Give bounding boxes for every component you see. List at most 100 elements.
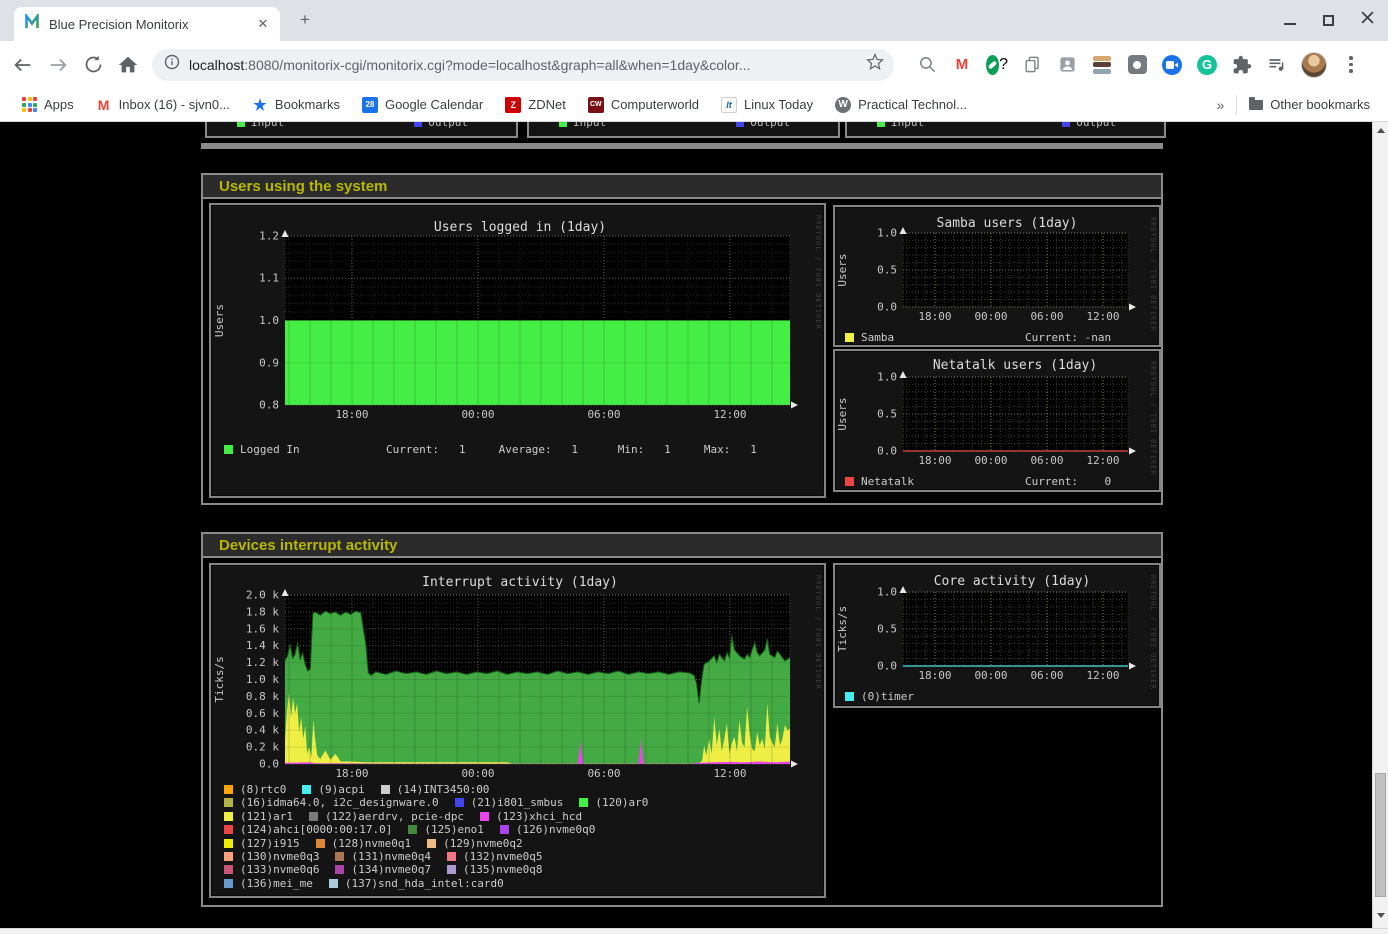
interrupt-legend-item: (126)nvme0q0 (500, 823, 595, 836)
grammarly-icon[interactable]: G (1196, 54, 1218, 76)
lamp-icon[interactable] (1126, 54, 1148, 76)
svg-text:Ticks/s: Ticks/s (213, 656, 226, 702)
svg-text:00:00: 00:00 (461, 408, 494, 421)
samba-users-graph[interactable]: Samba users (1day)1.00.50.018:0000:0006:… (833, 205, 1161, 347)
svg-text:Ticks/s: Ticks/s (836, 606, 849, 652)
scroll-up-icon[interactable] (1377, 128, 1385, 133)
chrome-menu-icon[interactable] (1340, 54, 1362, 76)
network-graph-panel[interactable]: InputOutput (527, 122, 840, 138)
svg-text:18:00: 18:00 (918, 310, 951, 323)
interrupt-legend-item: (124)ahci[0000:00:17.0] (224, 823, 392, 836)
svg-text:1.0: 1.0 (877, 371, 897, 384)
stack-icon[interactable] (1091, 54, 1113, 76)
scroll-down-icon[interactable] (1377, 913, 1385, 918)
window-minimize-button[interactable] (1284, 16, 1296, 25)
profile-avatar[interactable] (1301, 52, 1327, 78)
svg-text:00:00: 00:00 (974, 454, 1007, 467)
output-label: Output (750, 122, 790, 129)
legend-color-swatch (447, 852, 456, 861)
rrdtool-badge: RRDTOOL / TOBI OETIKER (1149, 361, 1157, 476)
home-icon[interactable] (116, 53, 140, 77)
core-activity-chart[interactable]: Core activity (1day)1.00.50.018:0000:000… (835, 565, 1159, 706)
svg-text:0.5: 0.5 (877, 264, 897, 277)
interrupt-activity-graph[interactable]: Interrupt activity (1day)2.0 k1.8 k1.6 k… (209, 563, 826, 898)
browser-toolbar: localhost:8080/monitorix-cgi/monitorix.c… (0, 41, 1388, 88)
bookmark-star-icon[interactable] (866, 53, 884, 76)
person-box-icon[interactable] (1056, 54, 1078, 76)
svg-text:00:00: 00:00 (974, 310, 1007, 323)
legend-color-swatch (329, 879, 338, 888)
svg-text:06:00: 06:00 (1030, 310, 1063, 323)
playlist-icon[interactable] (1266, 54, 1288, 76)
browser-tab[interactable]: Blue Precision Monitorix ✕ (14, 7, 280, 41)
bookmark-zdnet[interactable]: Z ZDNet (505, 97, 566, 113)
window-close-button[interactable] (1361, 11, 1374, 29)
new-tab-button[interactable]: + (296, 12, 314, 30)
legend-color-swatch (309, 812, 318, 821)
interrupt-legend-item: (135)nvme0q8 (447, 863, 542, 876)
interrupt-legend-item: (129)nvme0q2 (427, 837, 522, 850)
scrollbar-thumb[interactable] (1375, 773, 1386, 897)
meet-camera-icon[interactable] (1161, 54, 1183, 76)
vertical-scrollbar[interactable] (1372, 122, 1388, 928)
url-host: localhost (189, 57, 244, 73)
gmail-extension-icon[interactable]: M (951, 54, 973, 76)
bookmark-inbox[interactable]: M Inbox (16) - sjvn0... (96, 97, 230, 113)
interrupt-legend-item: (131)nvme0q4 (335, 850, 430, 863)
legend-label: Samba (861, 331, 894, 344)
svg-text:Interrupt activity (1day): Interrupt activity (1day) (422, 575, 618, 590)
wordpress-icon: W (835, 97, 851, 113)
bookmark-linux-today[interactable]: lt Linux Today (721, 97, 813, 113)
other-bookmarks[interactable]: Other bookmarks (1249, 97, 1370, 112)
legend-color-swatch (224, 839, 233, 848)
url-text[interactable]: localhost:8080/monitorix-cgi/monitorix.c… (189, 57, 866, 73)
svg-text:0.0: 0.0 (877, 660, 897, 673)
netatalk-users-graph[interactable]: Netatalk users (1day)1.00.50.018:0000:00… (833, 349, 1161, 492)
tab-close-icon[interactable]: ✕ (254, 15, 272, 33)
reload-icon[interactable] (81, 53, 105, 77)
samba-users-chart[interactable]: Samba users (1day)1.00.50.018:0000:0006:… (835, 207, 1159, 345)
copy-pages-icon[interactable] (1021, 54, 1043, 76)
svg-text:1.6 k: 1.6 k (246, 622, 279, 635)
legend-swatch (224, 445, 233, 454)
legend-color-swatch (408, 825, 417, 834)
network-graph-panel[interactable]: Input Output (845, 122, 1166, 138)
forward-icon[interactable] (46, 53, 70, 77)
legend-color-swatch (224, 825, 233, 834)
bookmarks-overflow-icon[interactable]: » (1217, 97, 1225, 113)
svg-text:12:00: 12:00 (713, 408, 746, 421)
extensions-puzzle-icon[interactable] (1231, 54, 1253, 76)
interrupt-legend-item: (133)nvme0q6 (224, 863, 319, 876)
bookmark-computerworld[interactable]: CW Computerworld (588, 97, 699, 113)
network-graph-panel[interactable]: InputOutput (205, 122, 518, 138)
svg-text:12:00: 12:00 (1086, 669, 1119, 682)
bookmarks-bar: Apps M Inbox (16) - sjvn0... ★ Bookmarks… (0, 88, 1388, 122)
svg-text:0.5: 0.5 (877, 623, 897, 636)
search-icon[interactable] (916, 54, 938, 76)
legend-color-swatch (579, 798, 588, 807)
svg-text:12:00: 12:00 (713, 767, 746, 780)
bookmark-practical-technology[interactable]: W Practical Technol... (835, 97, 967, 113)
computerworld-icon: CW (588, 97, 604, 113)
window-maximize-button[interactable] (1323, 15, 1334, 26)
interrupts-section: Devices interrupt activity Interrupt act… (201, 532, 1163, 907)
legend-label: Logged In (240, 443, 300, 456)
users-logged-in-graph[interactable]: Users logged in (1day)1.21.11.00.90.818:… (209, 203, 826, 498)
interrupt-legend-item: (9)acpi (302, 783, 364, 796)
url-bar[interactable]: localhost:8080/monitorix-cgi/monitorix.c… (152, 49, 894, 81)
monitorix-page: InputOutput InputOutput InputOutput User… (0, 122, 1372, 928)
site-info-icon[interactable] (164, 54, 180, 75)
output-label: Output (1076, 122, 1116, 129)
input-label: Input (891, 122, 924, 129)
apps-shortcut[interactable]: Apps (22, 97, 74, 112)
bookmark-bookmarks[interactable]: ★ Bookmarks (252, 97, 340, 113)
core-activity-graph[interactable]: Core activity (1day)1.00.50.018:0000:000… (833, 563, 1161, 708)
netatalk-users-chart[interactable]: Netatalk users (1day)1.00.50.018:0000:00… (835, 351, 1159, 490)
bookmark-google-calendar[interactable]: 28 Google Calendar (362, 97, 483, 113)
legend-stats: Current: 1 Average: 1 Min: 1 Max: 1 (386, 443, 757, 456)
svg-text:0.0: 0.0 (877, 301, 897, 314)
tab-title: Blue Precision Monitorix (49, 17, 254, 32)
google-voice-icon[interactable]: ? (986, 54, 1008, 76)
interrupt-legend-item: (127)i915 (224, 837, 300, 850)
back-icon[interactable] (11, 53, 35, 77)
